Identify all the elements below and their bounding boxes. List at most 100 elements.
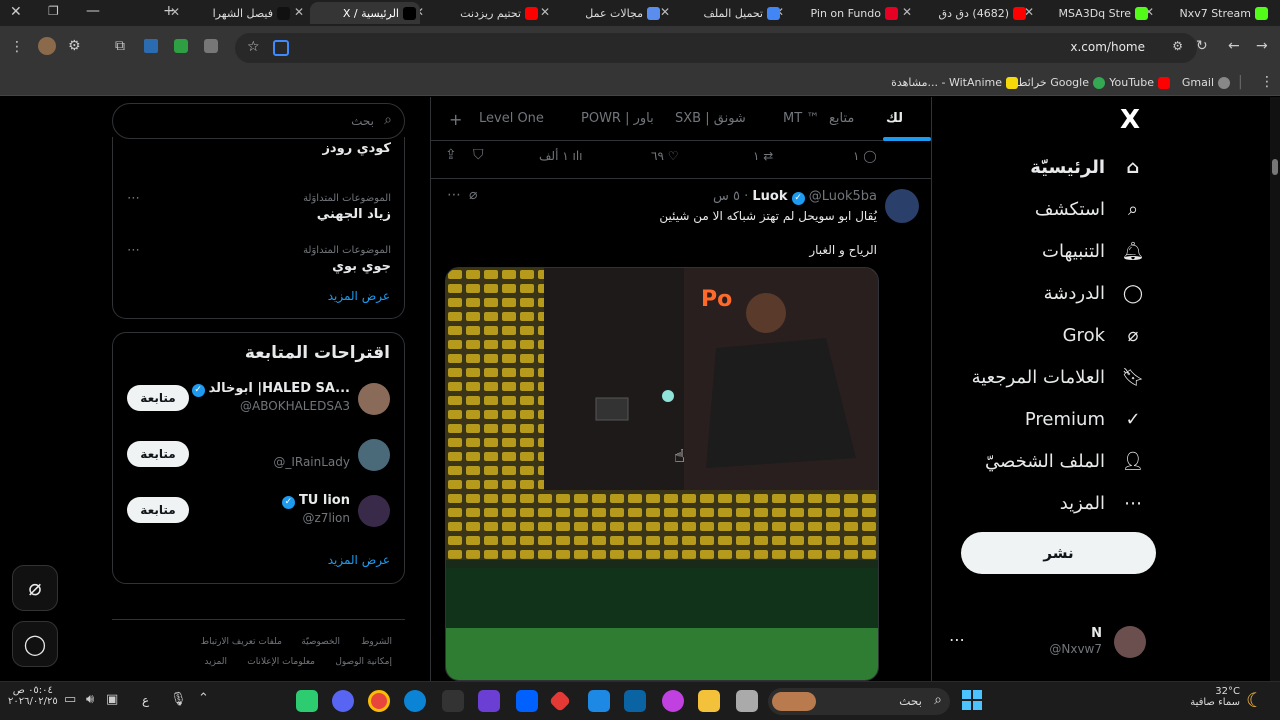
- follow-suggestion[interactable]: ✓ ابوخالد |HALED SA... @ABOKHALEDSA3 متابعة: [113, 381, 404, 431]
- follow-button[interactable]: متابعة: [127, 385, 189, 411]
- profile-avatar[interactable]: [38, 37, 56, 55]
- close-window-icon[interactable]: ✕: [10, 4, 22, 20]
- account-more-icon[interactable]: ⋯: [949, 630, 965, 649]
- tweet-more-icon[interactable]: ⋯: [447, 187, 461, 203]
- messages-floating-icon[interactable]: ◯: [12, 621, 58, 667]
- restore-window-icon[interactable]: ❐: [48, 4, 59, 18]
- nav-item[interactable]: ⌀ Grok: [1063, 320, 1145, 350]
- start-button[interactable]: [962, 690, 982, 710]
- feed-tab[interactable]: متابع: [829, 111, 854, 126]
- trend-item[interactable]: الموضوعات المتداوَلة جوي بوي ⋯: [127, 243, 391, 289]
- nav-item[interactable]: ✓ Premium: [1025, 404, 1145, 434]
- bookmark-witanime[interactable]: مشاهدة... - WitAnime: [891, 76, 1018, 89]
- footer-link[interactable]: معلومات الإعلانات: [247, 657, 315, 667]
- share-icon[interactable]: ⇪: [445, 147, 457, 163]
- edge-icon[interactable]: [404, 690, 426, 712]
- browser-tab[interactable]: تحتيم ريزدنت: [430, 2, 542, 24]
- trend-more-icon[interactable]: ⋯: [127, 243, 140, 258]
- show-hidden-icons[interactable]: ⌃: [198, 691, 209, 706]
- follow-button[interactable]: متابعة: [127, 441, 189, 467]
- minimize-window-icon[interactable]: —: [86, 3, 100, 19]
- nav-item[interactable]: 🔖︎ العلامات المرجعية: [972, 362, 1145, 392]
- search-box[interactable]: ⌕ بحث: [112, 103, 405, 139]
- reply-count[interactable]: ١ ◯: [853, 149, 877, 163]
- browser-tab[interactable]: الرئيسية / X: [310, 2, 420, 24]
- outlook-icon[interactable]: [624, 690, 646, 712]
- browser-tab[interactable]: Pin on Fundo: [790, 2, 902, 24]
- footer-link[interactable]: الخصوصيّة: [301, 637, 340, 647]
- copilot-icon[interactable]: [662, 690, 684, 712]
- back-icon[interactable]: ←: [1228, 38, 1240, 54]
- footer-link[interactable]: ملفات تعريف الارتباط: [201, 637, 282, 647]
- nav-item[interactable]: 🔔︎ التنبيهات: [1042, 236, 1145, 266]
- nav-item[interactable]: ◯ الدردشة: [1044, 278, 1145, 308]
- nav-item[interactable]: ⋯ المزيد: [1060, 488, 1145, 518]
- site-settings-icon[interactable]: ⚙: [1172, 39, 1183, 53]
- tab-close-icon[interactable]: ✕: [294, 5, 304, 19]
- tab-close-icon[interactable]: ✕: [170, 5, 180, 19]
- add-tab-icon[interactable]: +: [449, 110, 462, 129]
- tweet-avatar[interactable]: [885, 189, 919, 223]
- like-count[interactable]: ٦٩ ♡: [651, 149, 678, 163]
- follow-button[interactable]: متابعة: [127, 497, 189, 523]
- views-count[interactable]: ١ ألف ılı: [539, 149, 583, 163]
- chrome-icon[interactable]: [368, 690, 390, 712]
- input-language[interactable]: ع: [142, 693, 149, 707]
- file-explorer-icon[interactable]: [698, 690, 720, 712]
- tweet[interactable]: Luok ✓ @Luok5ba · ٥ س ⋯ ⌀ يُقال ابو سويح…: [431, 179, 931, 681]
- tweet-handle[interactable]: @Luok5ba: [809, 189, 877, 204]
- follow-suggestion[interactable]: ✓ TU lion @z7lion متابعة: [113, 493, 404, 543]
- scrollbar[interactable]: [1270, 97, 1280, 681]
- repost-count[interactable]: ١ ⇄: [753, 149, 773, 163]
- footer-link[interactable]: إمكانية الوصول: [335, 657, 392, 667]
- epic-games-icon[interactable]: [442, 690, 464, 712]
- bookmark-google-maps[interactable]: خرائط Google: [1017, 76, 1105, 89]
- feed-tab[interactable]: MT ™: [783, 111, 819, 126]
- microphone-icon[interactable]: 🎙︎: [170, 692, 187, 707]
- weather-widget[interactable]: 32°C سماء صافية: [1190, 686, 1240, 708]
- more-bookmarks-icon[interactable]: ⋮: [1260, 74, 1274, 90]
- app-icon-1[interactable]: [296, 690, 318, 712]
- browser-tab[interactable]: Nxv7 Stream: [1160, 2, 1272, 24]
- feed-tab[interactable]: SXB | شونق: [675, 111, 746, 126]
- follow-suggestion[interactable]: @_IRainLady متابعة: [113, 437, 404, 487]
- star-icon[interactable]: ☆: [247, 39, 260, 55]
- feed-tab[interactable]: Level One: [479, 111, 544, 126]
- footer-link[interactable]: الشروط: [361, 637, 392, 647]
- network-icon[interactable]: ▣: [106, 692, 118, 707]
- grok-floating-icon[interactable]: ⌀: [12, 565, 58, 611]
- app-icon-3[interactable]: [736, 690, 758, 712]
- screen-share-icon[interactable]: [273, 40, 289, 56]
- browser-tab[interactable]: تحميل الملف: [676, 2, 784, 24]
- extensions-icon[interactable]: ⧉: [115, 38, 125, 54]
- footer-link[interactable]: المزيد: [204, 657, 227, 667]
- feed-tab[interactable]: لك: [886, 111, 903, 126]
- nav-item[interactable]: 👤︎ الملف الشخصيّ: [985, 446, 1145, 476]
- dropbox-icon[interactable]: [516, 690, 538, 712]
- mail-icon[interactable]: [588, 690, 610, 712]
- tweet-video[interactable]: Po ☝: [445, 267, 879, 681]
- scrollbar-thumb[interactable]: [1272, 159, 1278, 175]
- browser-tab[interactable]: فيصل الشهرا: [186, 2, 294, 24]
- bookmark-icon[interactable]: ⛉: [473, 147, 484, 163]
- suggestions-show-more[interactable]: عرض المزيد: [328, 553, 390, 567]
- browser-tab[interactable]: مجالات عمل: [556, 2, 664, 24]
- adblock-icon[interactable]: [174, 39, 188, 53]
- x-logo[interactable]: X: [1120, 105, 1140, 135]
- bookmark-gmail[interactable]: Gmail: [1182, 76, 1230, 89]
- browser-tab[interactable]: (4682) دق دق: [918, 2, 1030, 24]
- grok-tweet-icon[interactable]: ⌀: [469, 187, 477, 203]
- trend-item[interactable]: كودي رودز: [127, 139, 391, 185]
- nav-item[interactable]: ⌕ استكشف: [1035, 194, 1145, 224]
- extension-icon[interactable]: [144, 39, 158, 53]
- nav-item[interactable]: ⌂ الرئيسيّة: [1030, 152, 1145, 182]
- bookmark-youtube[interactable]: YouTube: [1109, 76, 1170, 89]
- post-button[interactable]: نشر: [961, 532, 1156, 574]
- search-placeholder[interactable]: بحث: [351, 114, 374, 128]
- suggestion-avatar[interactable]: [358, 495, 390, 527]
- taskbar-search[interactable]: بحث ⌕: [768, 688, 950, 715]
- tab-close-icon[interactable]: ✕: [902, 5, 912, 19]
- trend-more-icon[interactable]: ⋯: [127, 191, 140, 206]
- suggestion-avatar[interactable]: [358, 383, 390, 415]
- trends-show-more[interactable]: عرض المزيد: [328, 289, 390, 303]
